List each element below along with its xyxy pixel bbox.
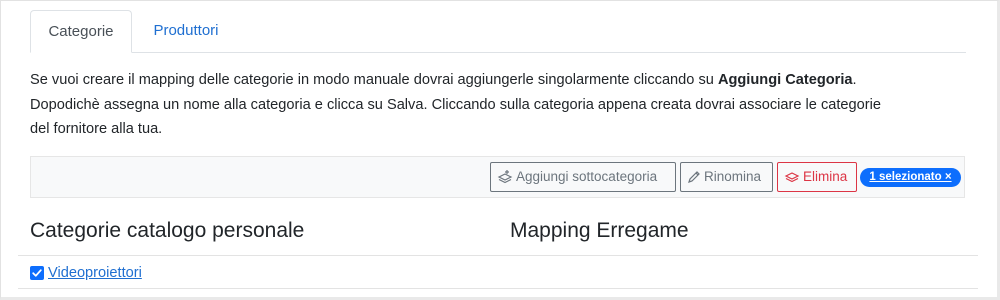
layers-plus-icon xyxy=(497,170,513,184)
mapping-heading: Mapping Erregame xyxy=(510,219,689,242)
instructions-line1-end: . xyxy=(852,72,857,88)
checkbox-checked-icon[interactable] xyxy=(30,266,44,280)
divider xyxy=(18,255,978,256)
instructions-bold-action: Aggiungi Categoria xyxy=(717,72,853,88)
instructions-text: Se vuoi creare il mapping delle categori… xyxy=(30,68,970,142)
delete-label: Elimina xyxy=(803,169,848,184)
tab-categorie[interactable]: Categorie xyxy=(30,10,132,53)
add-subcategory-button[interactable]: Aggiungi sottocategoria xyxy=(490,162,676,192)
pencil-icon xyxy=(688,171,700,183)
category-toolbar: Aggiungi sottocategoria Rinomina Elimina… xyxy=(30,156,965,198)
instructions-line1-text: Se vuoi creare il mapping delle categori… xyxy=(30,72,718,88)
add-subcategory-label: Aggiungi sottocategoria xyxy=(516,169,658,184)
tab-produttori[interactable]: Produttori xyxy=(134,10,238,52)
instructions-line2-text: Dopodichè assegna un nome alla categoria… xyxy=(30,96,881,113)
tab-bar: Categorie Produttori xyxy=(30,10,966,53)
personal-catalog-heading: Categorie catalogo personale xyxy=(30,219,305,242)
instructions-line3-text: del fornitore alla tua. xyxy=(30,121,163,137)
tree-item-label[interactable]: Videoproiettori xyxy=(48,263,142,283)
divider xyxy=(18,288,978,289)
selection-count-badge[interactable]: 1 selezionato × xyxy=(860,168,961,187)
rename-label: Rinomina xyxy=(704,169,762,184)
delete-button[interactable]: Elimina xyxy=(777,162,857,192)
layers-remove-icon xyxy=(784,172,800,183)
rename-button[interactable]: Rinomina xyxy=(680,162,773,192)
